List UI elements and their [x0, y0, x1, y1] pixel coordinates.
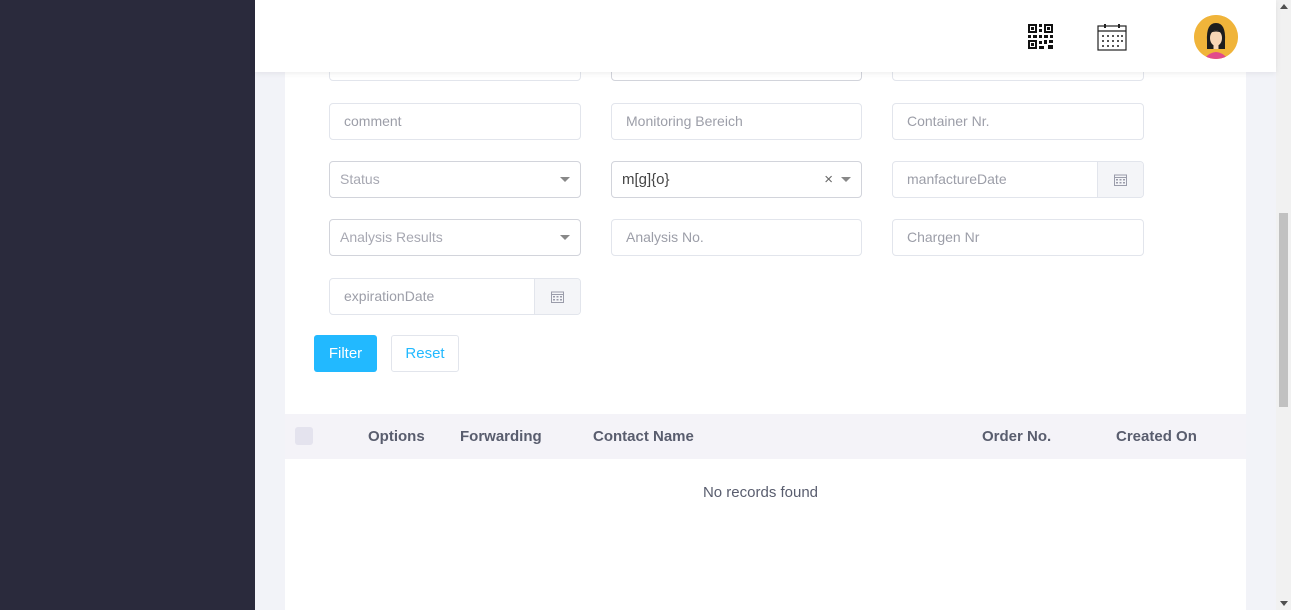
filter-button[interactable]: Filter [314, 335, 377, 372]
tag-select[interactable]: m[g]{o} × [611, 161, 862, 198]
manufacture-date-field[interactable]: manfactureDate [892, 161, 1144, 198]
sidebar [0, 0, 255, 610]
manufacture-date-placeholder: manfactureDate [907, 171, 1007, 187]
chevron-down-icon [841, 177, 851, 182]
calendar-icon[interactable] [1097, 23, 1127, 51]
select-all-checkbox[interactable] [295, 427, 313, 445]
container-nr-field[interactable]: Container Nr. [892, 103, 1144, 140]
empty-table-message: No records found [702, 484, 819, 501]
column-options[interactable]: Options [368, 414, 425, 459]
clear-icon[interactable]: × [824, 162, 833, 197]
calendar-icon[interactable] [1097, 162, 1143, 197]
tag-select-value: m[g]{o} [622, 171, 670, 188]
chevron-down-icon [560, 177, 570, 182]
user-avatar[interactable] [1194, 15, 1238, 59]
analysis-results-select[interactable]: Analysis Results [329, 219, 581, 256]
chargen-nr-field[interactable]: Chargen Nr [892, 219, 1144, 256]
monitoring-bereich-field[interactable]: Monitoring Bereich [611, 103, 862, 140]
expiration-date-field[interactable]: expirationDate [329, 278, 581, 315]
chevron-down-icon [560, 235, 570, 240]
column-order-no[interactable]: Order No. [982, 414, 1051, 459]
reset-button[interactable]: Reset [391, 335, 459, 372]
status-select-placeholder: Status [340, 171, 380, 187]
scroll-down-arrow-icon[interactable] [1280, 601, 1288, 606]
scroll-thumb[interactable] [1279, 213, 1288, 407]
qr-code-icon[interactable] [1028, 24, 1053, 49]
column-forwarding[interactable]: Forwarding [460, 414, 542, 459]
page-scrollbar[interactable] [1276, 0, 1291, 610]
table-header: Options Forwarding Contact Name Order No… [285, 414, 1246, 459]
column-contact-name[interactable]: Contact Name [593, 414, 694, 459]
calendar-icon[interactable] [534, 279, 580, 314]
status-select[interactable]: Status [329, 161, 581, 198]
analysis-no-field[interactable]: Analysis No. [611, 219, 862, 256]
column-created-on[interactable]: Created On [1116, 414, 1197, 459]
expiration-date-placeholder: expirationDate [344, 288, 435, 304]
comment-field[interactable]: comment [329, 103, 581, 140]
scroll-up-arrow-icon[interactable] [1280, 4, 1288, 9]
analysis-results-placeholder: Analysis Results [340, 229, 443, 245]
